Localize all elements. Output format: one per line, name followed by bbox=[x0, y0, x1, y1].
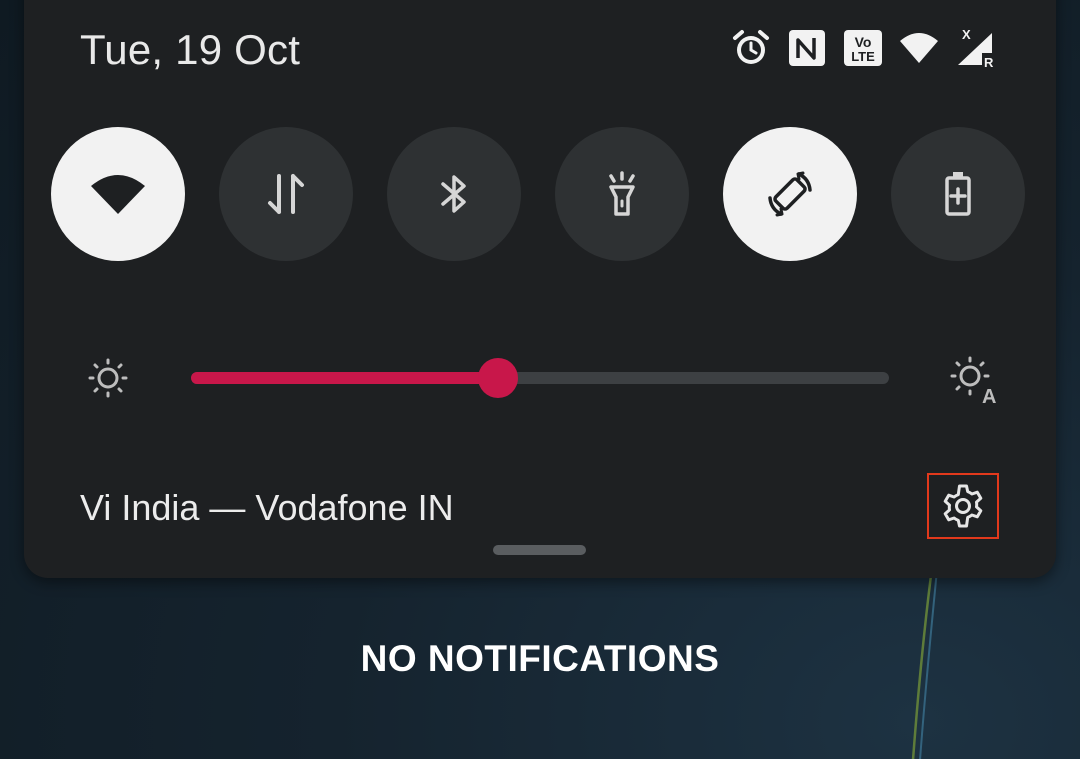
wifi-tile[interactable] bbox=[51, 127, 185, 261]
volte-icon-text-bottom: LTE bbox=[851, 49, 875, 64]
battery-saver-icon bbox=[945, 172, 971, 216]
no-service-mark: X bbox=[962, 27, 971, 42]
nfc-icon bbox=[789, 30, 825, 66]
bluetooth-tile[interactable] bbox=[387, 127, 521, 261]
carrier-label: Vi India — Vodafone IN bbox=[80, 487, 454, 528]
brightness-low-icon bbox=[88, 358, 128, 398]
auto-brightness-letter: A bbox=[982, 386, 996, 406]
bluetooth-icon bbox=[441, 175, 466, 213]
status-bar-icons: Vo LTE X R bbox=[730, 26, 996, 70]
brightness-slider-fill bbox=[191, 372, 499, 384]
brightness-row: A bbox=[0, 350, 1080, 406]
date-label: Tue, 19 Oct bbox=[80, 26, 301, 73]
auto-brightness-icon[interactable]: A bbox=[946, 352, 1000, 406]
settings-button[interactable] bbox=[927, 473, 999, 539]
volte-icon: Vo LTE bbox=[844, 30, 882, 66]
roaming-mark: R bbox=[984, 55, 994, 69]
cell-signal-icon: X R bbox=[958, 27, 996, 69]
volte-icon-text-top: Vo bbox=[855, 34, 872, 50]
wifi-icon bbox=[91, 175, 145, 214]
flashlight-tile[interactable] bbox=[555, 127, 689, 261]
brightness-slider[interactable] bbox=[191, 358, 889, 398]
mobile-data-tile[interactable] bbox=[219, 127, 353, 261]
empty-notifications-label: NO NOTIFICATIONS bbox=[360, 638, 720, 679]
brightness-slider-thumb[interactable] bbox=[478, 358, 519, 398]
rotate-icon bbox=[768, 171, 812, 217]
alarm-icon bbox=[733, 30, 769, 64]
panel-drag-handle[interactable] bbox=[493, 545, 586, 555]
wifi-status-icon bbox=[900, 33, 938, 63]
battery-saver-tile[interactable] bbox=[891, 127, 1025, 261]
auto-rotate-tile[interactable] bbox=[723, 127, 857, 261]
gear-icon bbox=[943, 484, 983, 528]
data-arrows-icon bbox=[268, 174, 304, 214]
flashlight-icon bbox=[609, 171, 635, 216]
